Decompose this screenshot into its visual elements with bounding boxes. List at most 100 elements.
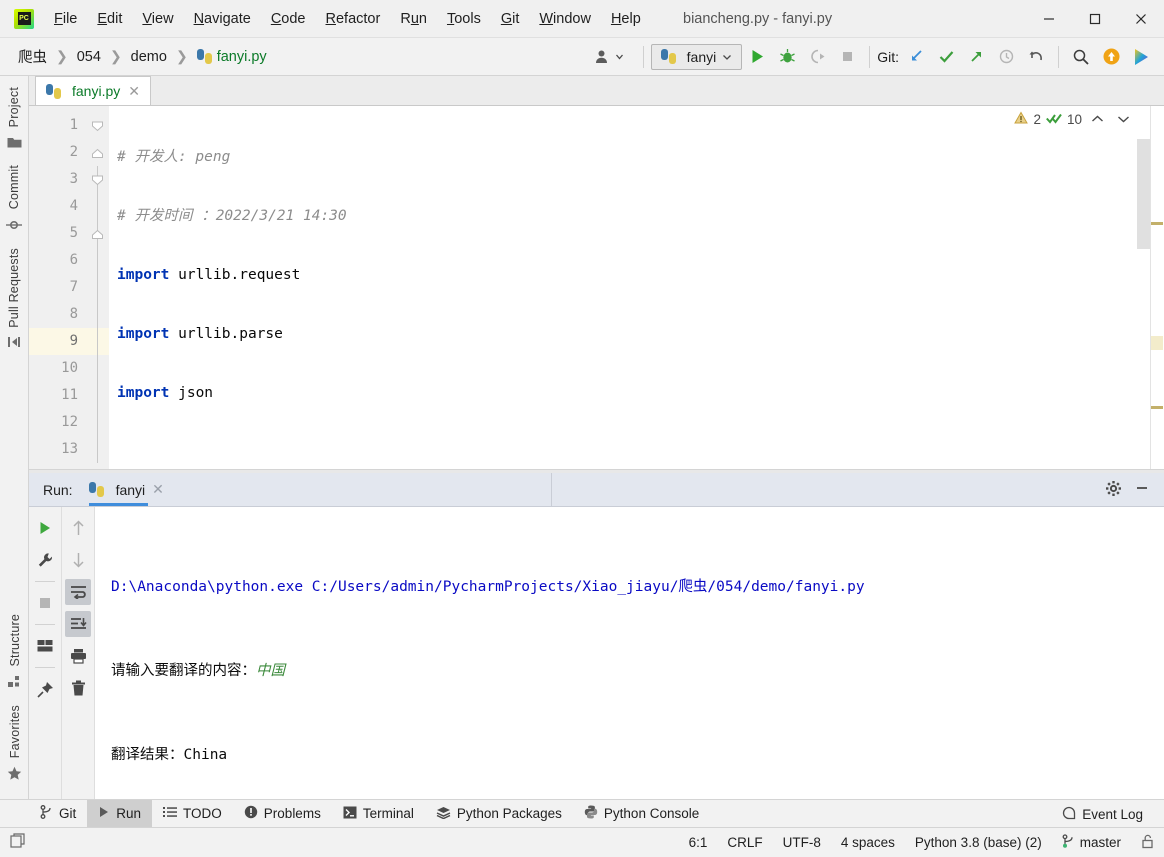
toolwindow-run[interactable]: Run (87, 799, 153, 828)
menu-edit[interactable]: Edit (87, 8, 132, 30)
menu-window[interactable]: Window (529, 8, 601, 30)
debug-button[interactable] (772, 44, 802, 70)
line-number: 12 (61, 414, 78, 430)
layout-button[interactable] (32, 633, 58, 659)
fold-row (87, 301, 109, 328)
menu-file[interactable]: File (44, 8, 87, 30)
minimize-icon[interactable] (1134, 480, 1150, 499)
inspection-widget[interactable]: 2 10 (1014, 111, 1134, 128)
git-branch-widget[interactable]: master (1062, 833, 1121, 852)
git-commit-button[interactable] (931, 44, 961, 70)
ide-widget-icon[interactable] (10, 833, 26, 852)
code-text-area[interactable]: # 开发人: peng # 开发时间 ：2022/3/21 14:30 impo… (109, 106, 1164, 469)
rail-item-project[interactable]: Project (6, 82, 22, 154)
updates-available-button[interactable] (1096, 44, 1126, 70)
code-editor[interactable]: 1 2 3 4 5 6 7 8 9 10 11 12 13 # 开发人: pen… (29, 106, 1164, 469)
menu-help[interactable]: Help (601, 8, 651, 30)
git-update-project-button[interactable] (901, 44, 931, 70)
line-number: 13 (61, 441, 78, 457)
scroll-to-end-button[interactable] (65, 611, 91, 637)
breadcrumb-file-label: fanyi.py (216, 48, 267, 65)
file-encoding[interactable]: UTF-8 (783, 835, 821, 850)
rail-item-commit[interactable]: Commit (6, 160, 22, 236)
minimize-button[interactable] (1026, 0, 1072, 38)
previous-problem-icon[interactable] (1087, 112, 1108, 127)
run-tab-fanyi[interactable]: fanyi ✕ (73, 473, 176, 506)
rail-item-structure[interactable]: Structure (7, 609, 23, 694)
fold-end-icon[interactable] (91, 147, 104, 158)
breadcrumb-item-2[interactable]: demo (127, 47, 171, 67)
warning-marker[interactable] (1151, 222, 1163, 225)
line-separator[interactable]: CRLF (727, 835, 762, 850)
menu-code[interactable]: Code (261, 8, 316, 30)
toolwindow-python-packages[interactable]: Python Packages (425, 800, 573, 828)
python-interpreter[interactable]: Python 3.8 (base) (2) (915, 835, 1042, 850)
code-line-2: # 开发时间 ：2022/3/21 14:30 (109, 203, 1164, 230)
breadcrumb-file[interactable]: fanyi.py (193, 47, 271, 67)
clear-all-button[interactable] (65, 675, 91, 701)
caret-marker[interactable] (1151, 336, 1163, 350)
lock-icon[interactable] (1141, 834, 1154, 852)
print-button[interactable] (65, 643, 91, 669)
git-push-button[interactable] (961, 44, 991, 70)
editor-tab-fanyi[interactable]: fanyi.py ✕ (35, 76, 151, 105)
run-header-actions (1105, 473, 1164, 506)
caret-position[interactable]: 6:1 (689, 835, 708, 850)
fold-collapse-icon[interactable] (91, 120, 104, 132)
wrench-settings-button[interactable] (32, 547, 58, 573)
fold-collapse-icon[interactable] (91, 174, 104, 186)
code-text: urllib.request (169, 267, 301, 283)
datalore-button[interactable] (1126, 44, 1156, 70)
soft-wrap-button[interactable] (65, 579, 91, 605)
console-user-input: 中国 (256, 663, 285, 679)
code-folding-gutter[interactable] (87, 106, 109, 469)
toolwindow-python-console[interactable]: Python Console (573, 800, 710, 828)
console-output[interactable]: D:\Anaconda\python.exe C:/Users/admin/Py… (95, 507, 1164, 799)
breadcrumb-item-1[interactable]: 054 (73, 47, 105, 67)
toolwindow-todo-label: TODO (183, 806, 222, 821)
stop-button[interactable] (32, 590, 58, 616)
menu-git[interactable]: Git (491, 8, 530, 30)
menu-refactor[interactable]: Refactor (316, 8, 391, 30)
scroll-up-button[interactable] (65, 515, 91, 541)
rail-item-favorites[interactable]: Favorites (7, 700, 23, 785)
warning-marker[interactable] (1151, 406, 1163, 409)
search-everywhere-button[interactable] (1066, 44, 1096, 70)
stop-button[interactable] (832, 44, 862, 70)
next-problem-icon[interactable] (1113, 112, 1134, 127)
fold-end-icon[interactable] (91, 228, 104, 239)
console-prompt-text: 请输入要翻译的内容： (111, 663, 256, 679)
run-with-coverage-button[interactable] (802, 44, 832, 70)
editor-scrollbar-thumb[interactable] (1137, 139, 1150, 249)
user-account-button[interactable] (594, 48, 624, 66)
menu-view[interactable]: View (132, 8, 183, 30)
breadcrumb-item-0[interactable]: 爬虫 (14, 44, 51, 69)
structure-icon (7, 674, 23, 690)
toolwindow-event-log[interactable]: Event Log (1051, 800, 1154, 828)
menu-navigate[interactable]: Navigate (184, 8, 261, 30)
run-button[interactable] (742, 44, 772, 70)
maximize-button[interactable] (1072, 0, 1118, 38)
run-tab-label: fanyi (115, 481, 146, 498)
git-rollback-button[interactable] (1021, 44, 1051, 70)
close-icon[interactable]: ✕ (152, 481, 164, 498)
toolwindow-problems[interactable]: Problems (233, 800, 332, 828)
rerun-button[interactable] (32, 515, 58, 541)
toolwindow-todo[interactable]: TODO (152, 800, 233, 828)
close-icon[interactable]: ✕ (128, 83, 140, 100)
gear-icon[interactable] (1105, 480, 1122, 500)
close-button[interactable] (1118, 0, 1164, 38)
indent-setting[interactable]: 4 spaces (841, 835, 895, 850)
toolwindow-terminal[interactable]: Terminal (332, 800, 425, 828)
run-configuration-selector[interactable]: fanyi (650, 43, 743, 70)
pin-button[interactable] (32, 676, 58, 702)
fold-row (87, 436, 109, 463)
divider (35, 667, 55, 668)
toolwindow-git[interactable]: Git (29, 800, 87, 828)
menu-tools[interactable]: Tools (437, 8, 491, 30)
editor-marker-bar[interactable] (1150, 106, 1164, 469)
scroll-down-button[interactable] (65, 547, 91, 573)
rail-item-pull-requests[interactable]: Pull Requests (6, 243, 22, 355)
git-history-button[interactable] (991, 44, 1021, 70)
menu-run[interactable]: Run (390, 8, 437, 30)
